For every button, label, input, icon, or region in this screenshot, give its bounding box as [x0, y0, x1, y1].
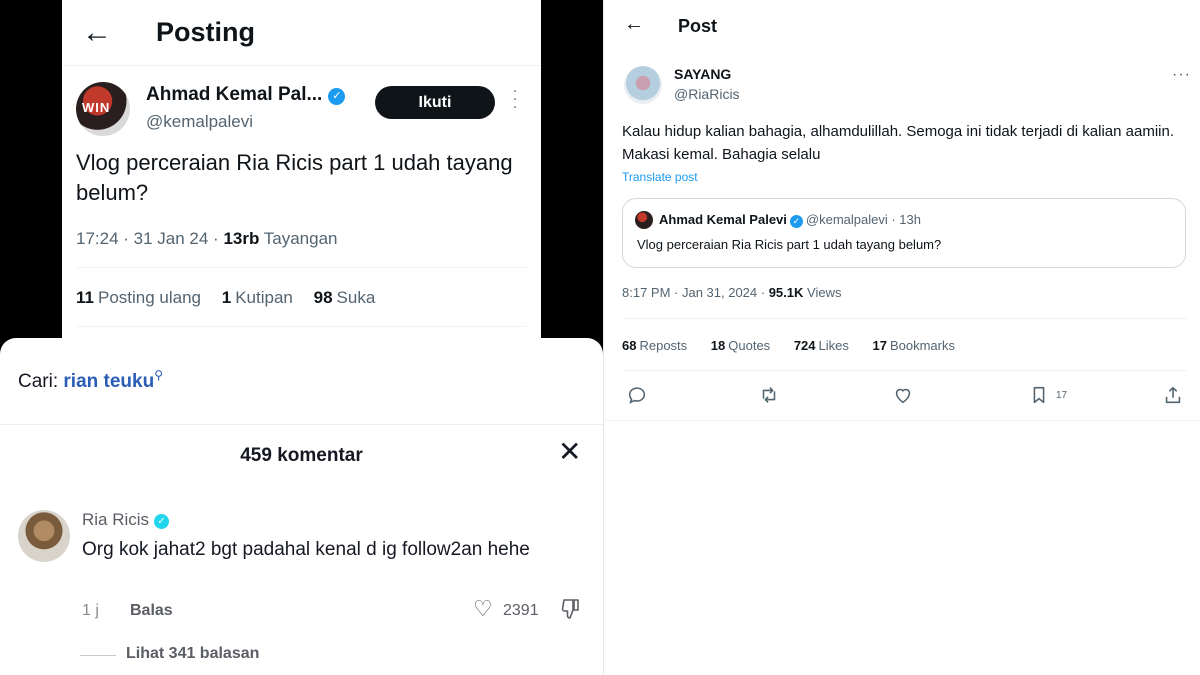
more-options-icon[interactable]: ··· [512, 81, 518, 115]
quoted-post[interactable]: Ahmad Kemal Palevi ✓ @kemalpalevi · 13h Vl… [622, 198, 1186, 268]
repost-icon[interactable] [758, 384, 782, 408]
close-icon[interactable]: ✕ [558, 438, 581, 466]
views-count: 13rb [223, 229, 260, 248]
avatar-text: WIN [82, 100, 111, 115]
arrow-left-icon[interactable]: ← [624, 14, 644, 34]
search-suggestion[interactable]: Cari: rian teuku⚲ [18, 368, 163, 393]
divider [604, 420, 1200, 421]
divider [76, 326, 526, 327]
page-title: Posting [156, 17, 255, 47]
translate-link[interactable]: Translate post [622, 170, 698, 184]
quoted-text: Vlog perceraian Ria Ricis part 1 udah ta… [637, 237, 942, 252]
avatar[interactable]: WIN [76, 82, 130, 136]
divider [622, 370, 1187, 371]
reposts-stat[interactable]: 11 Posting ulang [76, 288, 201, 307]
author-handle[interactable]: @kemalpalevi [146, 112, 253, 132]
likes-stat[interactable]: 98 Suka [314, 288, 376, 307]
heart-icon[interactable]: ♡ [473, 598, 493, 620]
tweet-card: ← Posting WIN Ahmad Kemal Pal... ✓ @kemal… [62, 0, 541, 345]
comments-sheet: Cari: rian teuku⚲ 459 komentar ✕ Ria Ric… [0, 338, 603, 675]
comment-text: Org kok jahat2 bgt padahal kenal d ig fo… [82, 539, 530, 560]
author-handle[interactable]: @RiaRicis [674, 86, 740, 102]
view-replies-button[interactable]: Lihat 341 balasan [126, 645, 259, 663]
bookmark-count: 17 [1056, 390, 1068, 401]
comment-avatar[interactable] [18, 510, 70, 562]
author-row: WIN Ahmad Kemal Pal... ✓ @kemalpalevi Iku… [62, 66, 541, 154]
share-icon[interactable] [1162, 384, 1186, 408]
tweet-stats: 11 Posting ulang 1 Kutipan 98 Suka [76, 288, 391, 308]
verified-badge-icon: ✓ [328, 88, 346, 105]
bookmark-icon[interactable] [1028, 384, 1052, 408]
post-stats: 68 Reposts 18 Quotes 724 Likes 17 Bookmarks [622, 338, 975, 353]
page-title: Post [678, 16, 718, 36]
reply-icon[interactable] [626, 384, 650, 408]
quotes-stat[interactable]: 18 Quotes [711, 338, 770, 353]
arrow-left-icon[interactable]: ← [82, 17, 112, 48]
bookmarks-stat[interactable]: 17 Bookmarks [873, 338, 956, 353]
reply-button[interactable]: Balas [130, 602, 173, 620]
more-options-icon[interactable]: ··· [1172, 66, 1191, 84]
right-screenshot: ← Post SAYANG @RiaRicis ··· Kalau hidup … [603, 0, 1200, 675]
reposts-stat[interactable]: 68 Reposts [622, 338, 687, 353]
verified-badge-icon: ✓ [789, 215, 803, 228]
divider [0, 424, 603, 425]
search-query[interactable]: rian teuku [63, 371, 154, 392]
post-header: ← Post [604, 0, 1200, 52]
quoted-header: Ahmad Kemal Palevi ✓ @kemalpalevi · 13h [659, 212, 921, 228]
avatar[interactable] [624, 66, 662, 104]
divider [80, 655, 116, 656]
dislike-icon[interactable] [561, 598, 581, 620]
views-count: 95.1K [768, 285, 804, 300]
divider [76, 267, 526, 268]
likes-stat[interactable]: 724 Likes [794, 338, 849, 353]
tweet-meta: 17:24 · 31 Jan 24 · 13rb Tayangan [76, 229, 338, 248]
action-bar: 17 [604, 384, 1200, 412]
comment-author[interactable]: Ria Ricis ✓ [82, 510, 170, 530]
author-name[interactable]: Ahmad Kemal Pal... ✓ [146, 84, 346, 106]
quotes-stat[interactable]: 1 Kutipan [222, 288, 293, 307]
quoted-avatar [635, 211, 653, 229]
author-name[interactable]: SAYANG [674, 66, 731, 82]
comments-count-title: 459 komentar [240, 445, 363, 466]
follow-button[interactable]: Ikuti [375, 86, 495, 119]
tweet-header: ← Posting [62, 0, 541, 66]
tweet-text: Vlog perceraian Ria Ricis part 1 udah ta… [76, 150, 513, 205]
heart-icon[interactable] [892, 384, 916, 408]
search-icon: ⚲ [154, 368, 164, 382]
post-text: Kalau hidup kalian bahagia, alhamdulilla… [622, 123, 1175, 163]
verified-badge-icon: ✓ [154, 514, 170, 529]
post-meta: 8:17 PM · Jan 31, 2024 · 95.1K Views [622, 285, 842, 300]
comment-like-count: 2391 [503, 602, 539, 619]
comment-time: 1 j [82, 602, 99, 619]
left-screenshot: ← Posting WIN Ahmad Kemal Pal... ✓ @kemal… [0, 0, 603, 675]
divider [622, 318, 1187, 319]
